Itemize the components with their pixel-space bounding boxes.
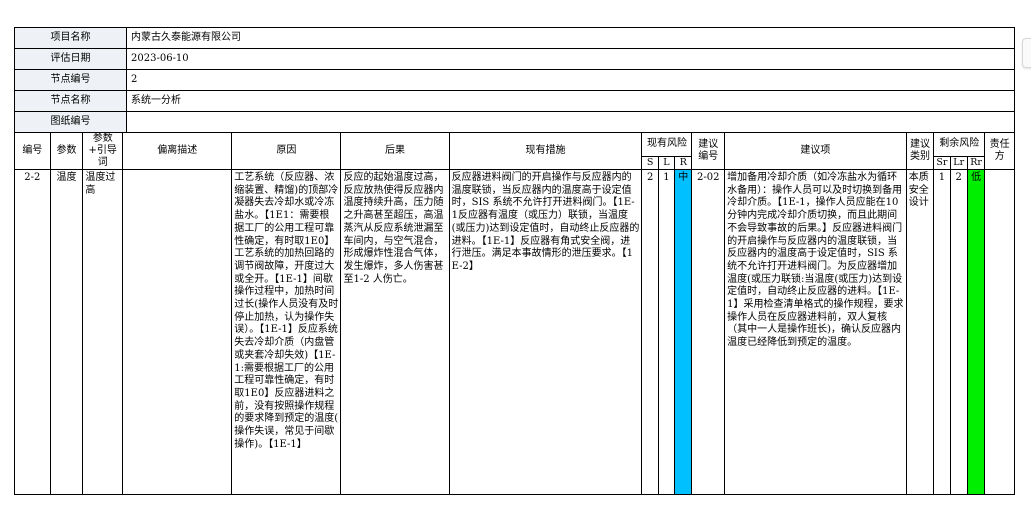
header-residual-risk: 剩余风险 — [933, 132, 986, 157]
info-label: 项目名称 — [14, 27, 127, 49]
hazop-worksheet: 项目名称 内蒙古久泰能源有限公司 评估日期 2023-06-10 节点编号 2 节点名称 系统… — [14, 27, 1015, 495]
header-param: 参数 — [49, 132, 84, 170]
info-row: 节点名称 系统一分析 — [14, 90, 1015, 112]
cell-guide-word: 温度过高 — [82, 169, 124, 495]
cell-no: 2-2 — [14, 169, 51, 495]
cell-existing-measures: 反应器进料阀门的开启操作与反应器内的温度联锁，当反应器内的温度高于设定值时，SI… — [448, 169, 643, 495]
cell-l: 1 — [657, 169, 676, 495]
header-recommendation-no: 建议编号 — [691, 132, 726, 170]
cell-cause: 工艺系统（反应器、浓缩装置、精馏)的顶部冷凝器失去冷却水或冷冻盐水。【1E1：需… — [231, 169, 342, 495]
cell-recommendation-no: 2-02 — [691, 169, 726, 495]
info-label: 节点编号 — [14, 69, 127, 91]
cell-owner — [984, 169, 1015, 495]
info-value — [126, 111, 1015, 133]
cell-recommendation-type: 本质安全设计 — [905, 169, 935, 495]
info-label: 节点名称 — [14, 90, 127, 112]
header-r: R — [674, 155, 693, 171]
header-existing-measures: 现有措施 — [448, 132, 643, 170]
info-value: 内蒙古久泰能源有限公司 — [126, 27, 1015, 49]
info-label: 评估日期 — [14, 48, 127, 70]
cell-consequence: 反应的起始温度过高，反应放热使得反应器内温度持续升高，压力随之升高甚至超压，高温… — [340, 169, 450, 495]
header-rr: Rr — [966, 155, 986, 171]
header-recommendation: 建议项 — [724, 132, 907, 170]
info-row: 图纸编号 — [14, 111, 1015, 133]
header-cause: 原因 — [231, 132, 342, 170]
header-sr: Sr — [933, 155, 951, 171]
header-deviation: 偏离描述 — [122, 132, 233, 170]
cell-deviation — [122, 169, 233, 495]
info-row: 节点编号 2 — [14, 69, 1015, 91]
header-no: 编号 — [14, 132, 51, 170]
info-value: 2 — [126, 69, 1015, 91]
table-row: 2-2 温度 温度过高 工艺系统（反应器、浓缩装置、精馏)的顶部冷凝器失去冷却水… — [14, 169, 1015, 495]
cell-s: 2 — [641, 169, 659, 495]
side-panel-handle[interactable] — [1022, 38, 1031, 68]
cell-sr: 1 — [933, 169, 951, 495]
info-label: 图纸编号 — [14, 111, 127, 133]
header-consequence: 后果 — [340, 132, 450, 170]
project-info-table: 项目名称 内蒙古久泰能源有限公司 评估日期 2023-06-10 节点编号 2 节点名称 系统… — [14, 27, 1015, 133]
header-owner: 责任方 — [984, 132, 1015, 170]
info-row: 项目名称 内蒙古久泰能源有限公司 — [14, 27, 1015, 49]
cell-rr-risk: 低 — [966, 169, 986, 495]
header-current-risk: 现有风险 — [641, 132, 693, 157]
header-l: L — [657, 155, 676, 171]
cell-r-risk: 中 — [674, 169, 693, 495]
info-value: 系统一分析 — [126, 90, 1015, 112]
header-lr: Lr — [949, 155, 968, 171]
header-guide-word: 参数+引导词 — [82, 132, 124, 170]
info-row: 评估日期 2023-06-10 — [14, 48, 1015, 70]
info-value: 2023-06-10 — [126, 48, 1015, 70]
cell-recommendation: 增加备用冷却介质（如冷冻盐水为循环水备用）：操作人员可以及时切换到备用冷却介质。… — [724, 169, 907, 495]
cell-lr: 2 — [949, 169, 968, 495]
cell-param: 温度 — [49, 169, 84, 495]
header-s: S — [641, 155, 659, 171]
hazop-analysis-table: 编号 参数 参数+引导词 偏离描述 原因 后果 现有措施 现有风险 建议编号 建… — [14, 132, 1015, 495]
header-recommendation-type: 建议类别 — [905, 132, 935, 170]
